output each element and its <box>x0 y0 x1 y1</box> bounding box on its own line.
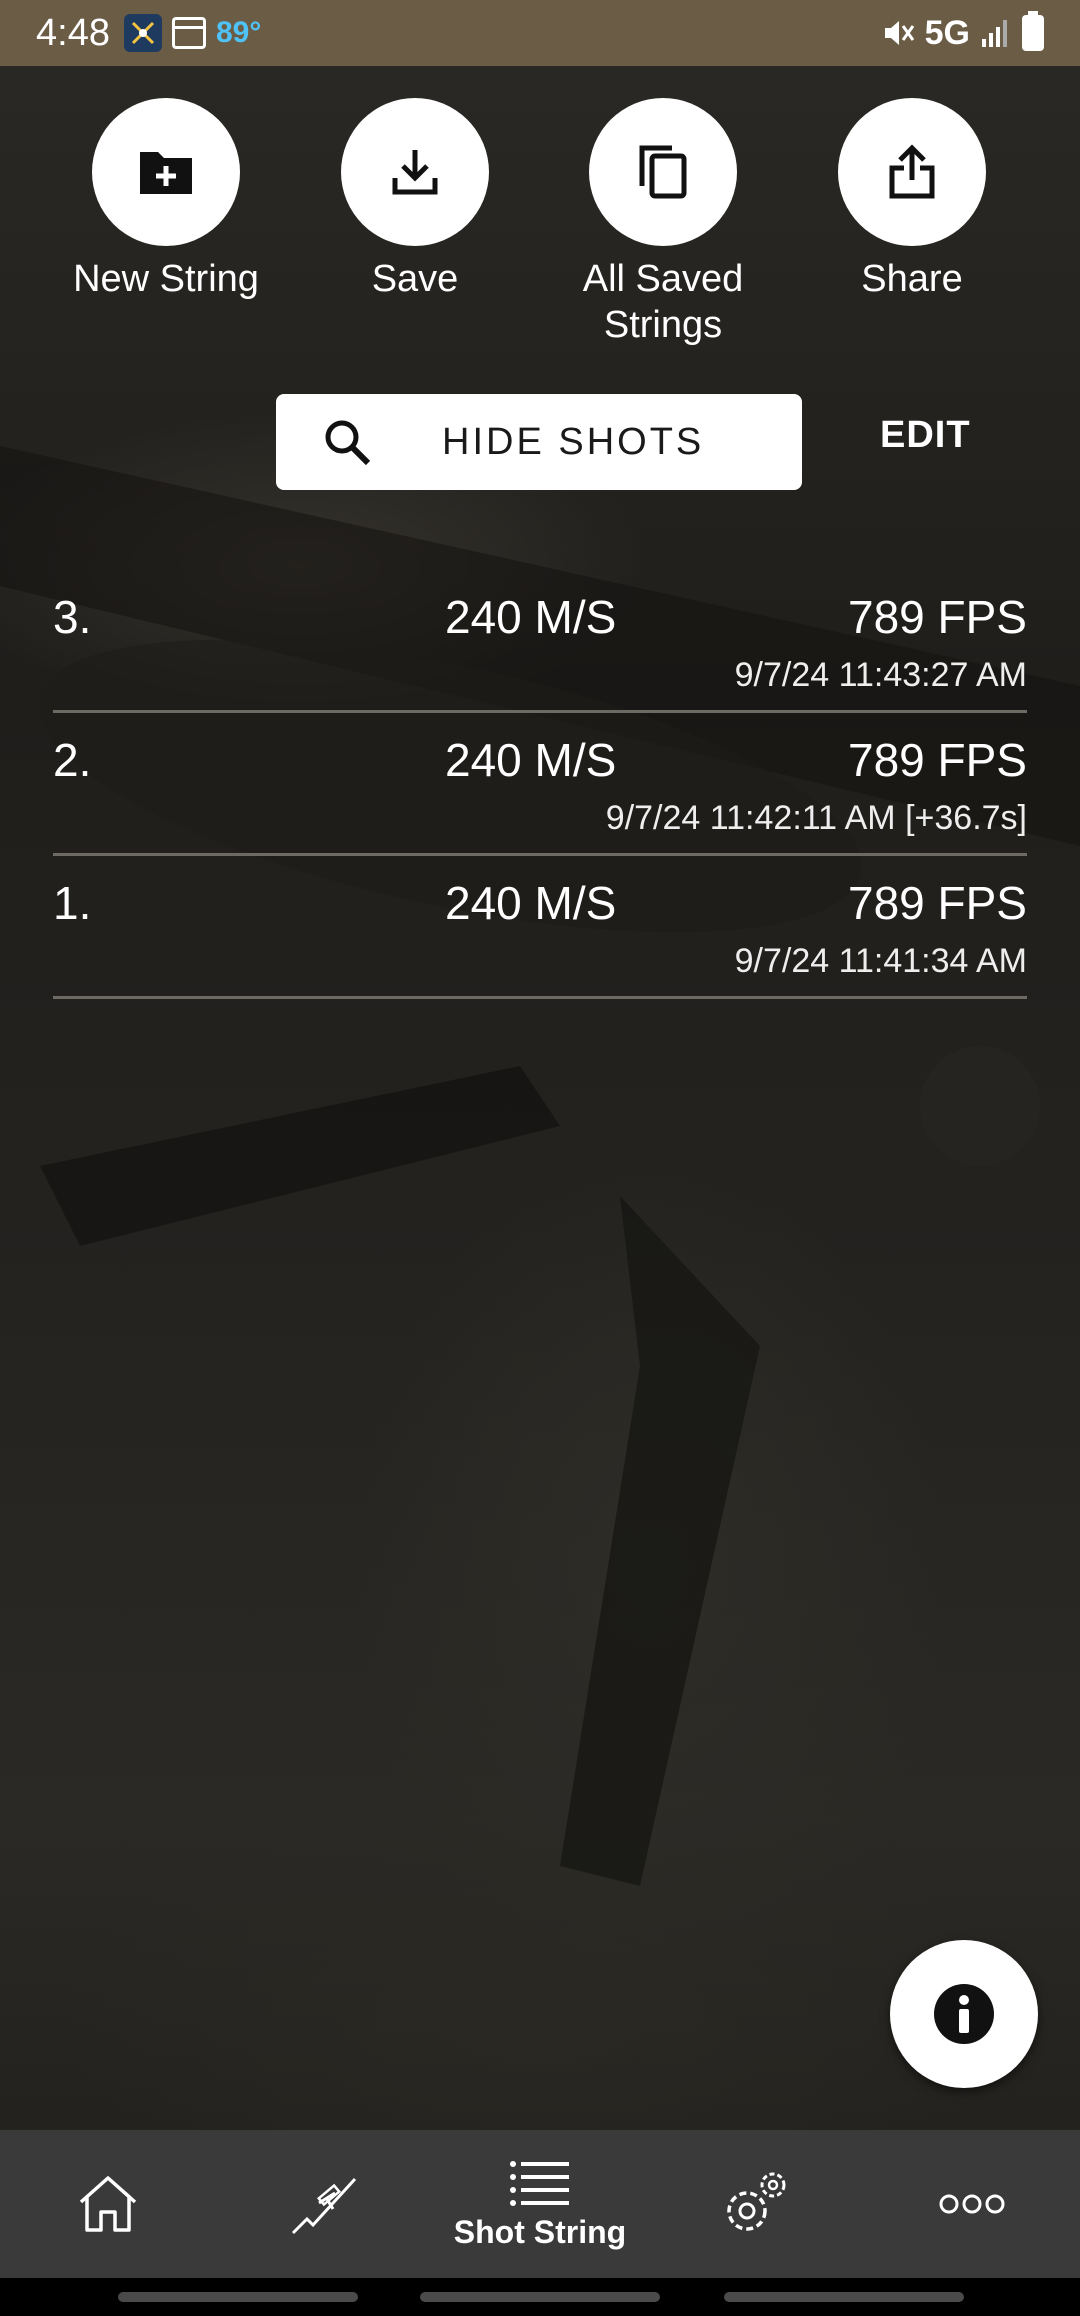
folder-plus-icon <box>140 152 192 194</box>
nav-settings[interactable] <box>648 2130 864 2278</box>
hide-shots-label: HIDE SHOTS <box>442 420 705 463</box>
bottom-nav: Shot String <box>0 2130 1080 2278</box>
all-saved-strings-button[interactable]: All Saved Strings <box>543 98 783 348</box>
gesture-handle <box>724 2292 964 2302</box>
signal-icon <box>982 20 1007 47</box>
shot-number: 2. <box>53 734 92 786</box>
edit-button[interactable]: EDIT <box>880 414 971 457</box>
app-notification-icon <box>123 14 162 52</box>
nav-more[interactable] <box>864 2130 1080 2278</box>
nav-rifle[interactable] <box>216 2130 432 2278</box>
rifle-icon <box>291 2177 357 2235</box>
share-icon <box>889 144 935 199</box>
nav-home[interactable] <box>0 2130 216 2278</box>
gesture-handle <box>420 2292 660 2302</box>
hide-shots-button[interactable]: HIDE SHOTS <box>276 394 802 490</box>
calendar-icon <box>171 17 206 49</box>
shot-timestamp: 9/7/24 11:42:11 AM [+36.7s] <box>605 799 1027 837</box>
shot-list: 3. 240 M/S 789 FPS 9/7/24 11:43:27 AM 2.… <box>53 570 1027 999</box>
save-button[interactable]: Save <box>295 98 535 302</box>
copy-icon <box>639 145 687 199</box>
shot-timestamp: 9/7/24 11:43:27 AM <box>734 656 1027 694</box>
new-string-button[interactable]: New String <box>46 98 286 302</box>
shot-velocity-ms: 240 M/S <box>445 734 617 786</box>
gesture-handle <box>118 2292 358 2302</box>
shot-number: 1. <box>53 877 92 929</box>
nav-shot-string[interactable]: Shot String <box>432 2130 648 2278</box>
shot-velocity-fps: 789 FPS <box>848 591 1027 643</box>
background-image <box>0 66 1080 2130</box>
nav-shot-string-label: Shot String <box>453 2213 627 2250</box>
shot-velocity-ms: 240 M/S <box>445 877 617 929</box>
settings-icon <box>727 2172 786 2231</box>
shot-timestamp: 9/7/24 11:41:34 AM <box>734 942 1027 980</box>
status-bar: 4:48 89° 5G <box>0 0 1080 66</box>
list-icon <box>510 2160 569 2206</box>
info-icon <box>934 1984 994 2044</box>
mute-icon <box>884 21 914 45</box>
shot-row[interactable]: 3. 240 M/S 789 FPS 9/7/24 11:43:27 AM <box>53 570 1027 713</box>
network-type: 5G <box>924 13 970 52</box>
search-icon <box>325 420 371 466</box>
shot-velocity-fps: 789 FPS <box>848 877 1027 929</box>
gesture-bar <box>0 2278 1080 2316</box>
more-icon <box>939 2194 1005 2214</box>
home-icon <box>79 2176 137 2232</box>
download-icon <box>392 150 438 195</box>
info-button[interactable] <box>890 1940 1038 2088</box>
battery-icon <box>1022 11 1044 51</box>
status-time: 4:48 <box>36 11 110 54</box>
shot-velocity-ms: 240 M/S <box>445 591 617 643</box>
save-label: Save <box>371 258 459 300</box>
shot-row[interactable]: 2. 240 M/S 789 FPS 9/7/24 11:42:11 AM [+… <box>53 713 1027 856</box>
shot-velocity-fps: 789 FPS <box>848 734 1027 786</box>
weather-temp: 89° <box>215 16 262 49</box>
share-button[interactable]: Share <box>792 98 1032 302</box>
share-label: Share <box>861 258 963 300</box>
new-string-label: New String <box>73 258 259 300</box>
all-saved-strings-label: All Saved Strings <box>582 258 744 346</box>
shot-number: 3. <box>53 591 92 643</box>
shot-row[interactable]: 1. 240 M/S 789 FPS 9/7/24 11:41:34 AM <box>53 856 1027 999</box>
